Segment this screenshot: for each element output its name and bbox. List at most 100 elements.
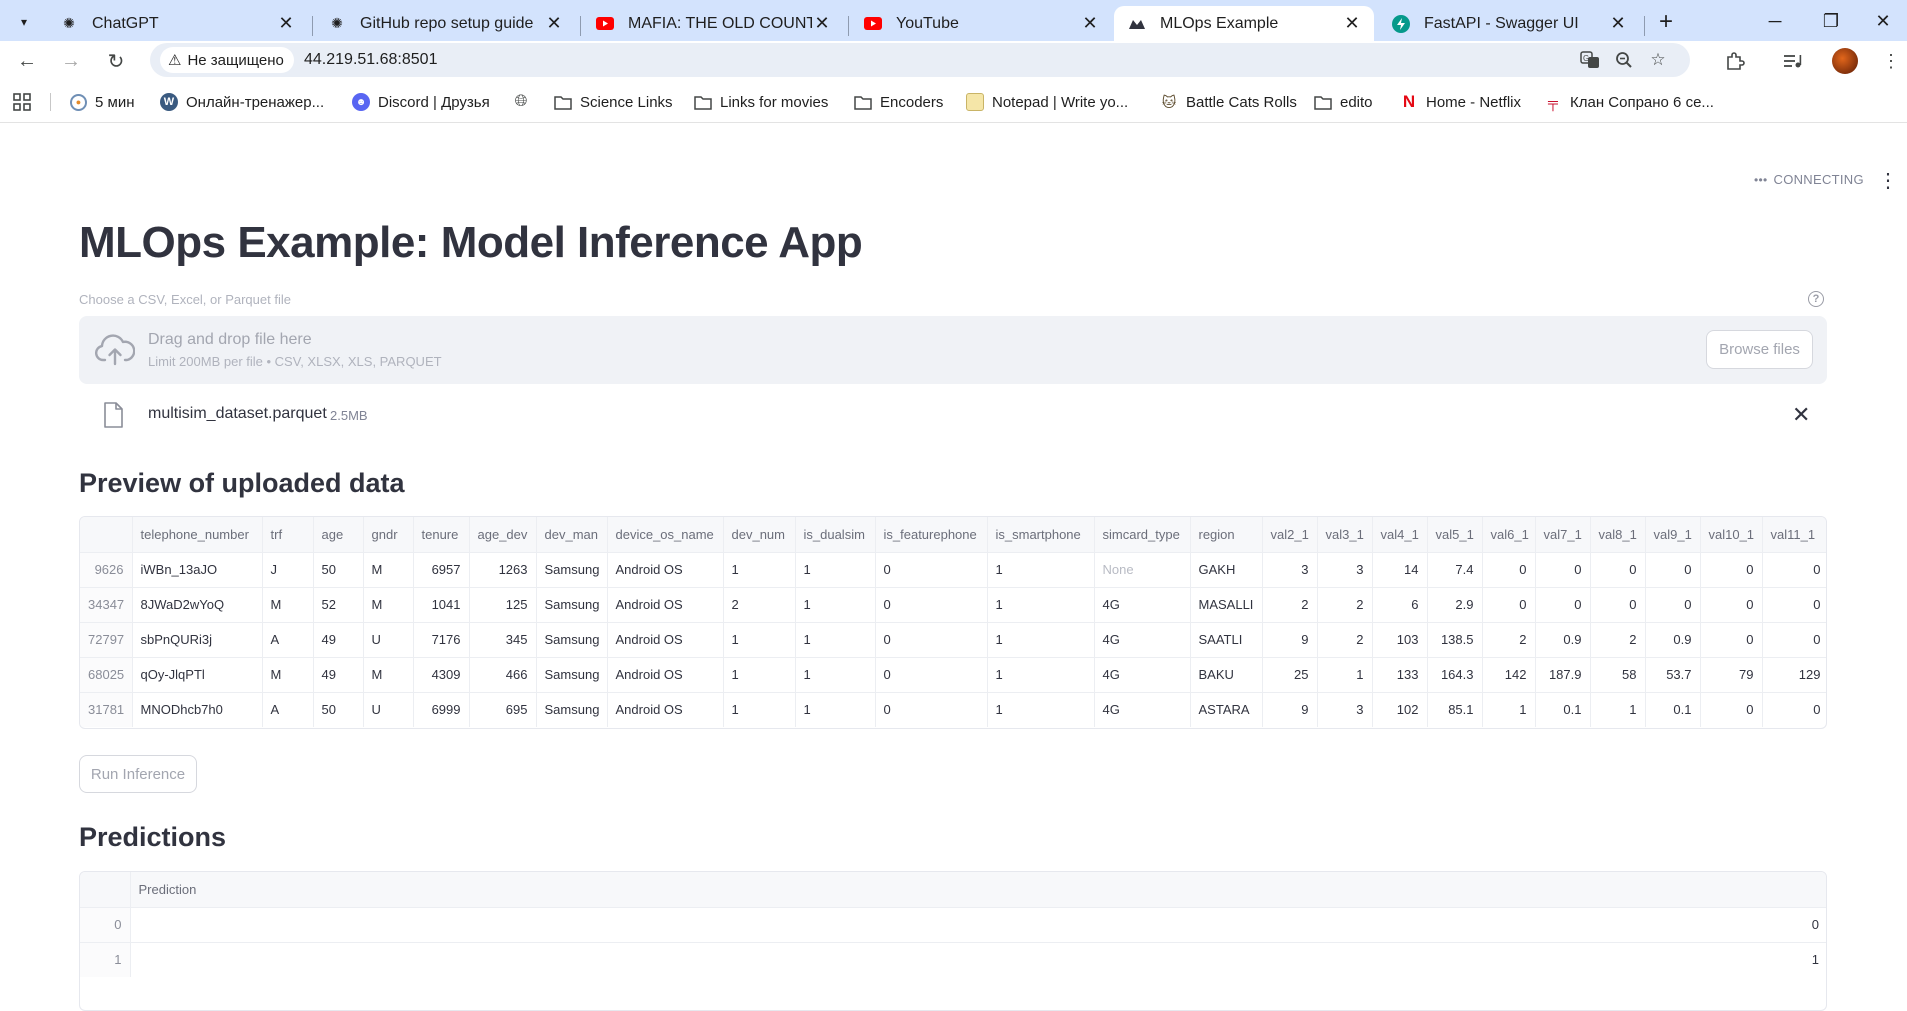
close-tab-icon[interactable]: ✕ [544, 13, 564, 34]
tab-mlops-example[interactable]: MLOps Example ✕ [1114, 6, 1374, 41]
table-cell[interactable]: 138.5 [1427, 622, 1483, 658]
table-cell[interactable]: 14 [1372, 552, 1428, 588]
column-header[interactable]: device_os_name [607, 517, 724, 553]
back-arrow-icon[interactable]: ← [12, 46, 42, 76]
index-header[interactable] [80, 872, 131, 908]
table-cell[interactable]: 1 [795, 692, 876, 727]
table-cell[interactable]: 3 [1262, 552, 1318, 588]
table-cell[interactable]: Android OS [607, 587, 724, 623]
table-cell[interactable]: M [363, 587, 414, 623]
table-cell[interactable]: M [363, 552, 414, 588]
address-bar[interactable]: ⚠ Не защищено 44.219.51.68:8501 G ☆ [150, 43, 1690, 77]
predictions-dataframe[interactable]: Prediction 0011 [79, 871, 1827, 1011]
table-cell[interactable]: Samsung [536, 587, 608, 623]
table-cell[interactable]: 50 [313, 692, 364, 727]
close-tab-icon[interactable]: ✕ [1608, 13, 1628, 34]
table-cell[interactable]: 133 [1372, 657, 1428, 693]
column-header[interactable]: is_featurephone [875, 517, 988, 553]
table-cell[interactable]: 1 [1482, 692, 1536, 727]
table-cell[interactable]: 0 [1645, 587, 1701, 623]
table-cell[interactable]: 0 [1535, 552, 1591, 588]
profile-avatar[interactable] [1832, 48, 1858, 74]
column-header[interactable]: dev_num [723, 517, 796, 553]
column-header[interactable]: val3_1 [1317, 517, 1373, 553]
table-cell[interactable]: 164.3 [1427, 657, 1483, 693]
table-cell[interactable]: Android OS [607, 657, 724, 693]
table-cell[interactable]: 4G [1094, 622, 1191, 658]
table-cell[interactable]: 0.9 [1645, 622, 1701, 658]
table-cell[interactable]: Samsung [536, 692, 608, 727]
column-header[interactable]: tenure [413, 517, 470, 553]
table-cell[interactable]: 0 [1762, 692, 1826, 727]
table-cell[interactable]: 0 [1700, 622, 1763, 658]
bookmark-netflix[interactable]: N Home - Netflix [1400, 91, 1521, 113]
prediction-cell[interactable]: 1 [130, 942, 1826, 977]
minimize-icon[interactable]: ─ [1752, 6, 1798, 36]
table-cell[interactable]: 1 [723, 622, 796, 658]
bookmark-encoders[interactable]: Encoders [854, 91, 943, 113]
table-cell[interactable]: 0 [1700, 552, 1763, 588]
table-cell[interactable]: Android OS [607, 692, 724, 727]
table-cell[interactable]: Samsung [536, 622, 608, 658]
table-cell[interactable]: 2 [1317, 622, 1373, 658]
table-cell[interactable]: 2 [1590, 622, 1646, 658]
extensions-puzzle-icon[interactable] [1720, 46, 1750, 76]
table-cell[interactable]: M [363, 657, 414, 693]
forward-arrow-icon[interactable]: → [56, 46, 86, 76]
table-cell[interactable]: 25 [1262, 657, 1318, 693]
table-cell[interactable]: 1 [795, 622, 876, 658]
table-cell[interactable]: 0 [1590, 587, 1646, 623]
column-header[interactable]: val7_1 [1535, 517, 1591, 553]
table-cell[interactable]: 0 [875, 622, 988, 658]
apps-grid-icon[interactable] [12, 91, 32, 113]
table-cell[interactable]: 53.7 [1645, 657, 1701, 693]
restore-icon[interactable]: ❐ [1808, 6, 1854, 36]
table-cell[interactable]: 0 [1535, 587, 1591, 623]
table-cell[interactable]: ASTARA [1190, 692, 1263, 727]
media-controls-icon[interactable] [1778, 46, 1808, 76]
table-cell[interactable]: M [262, 587, 314, 623]
table-cell[interactable]: 1 [723, 657, 796, 693]
column-header[interactable]: telephone_number [132, 517, 263, 553]
table-cell[interactable]: qOy-JlqPTl [132, 657, 263, 693]
table-cell[interactable]: 1 [795, 552, 876, 588]
table-cell[interactable]: 9 [1262, 692, 1318, 727]
table-cell[interactable]: 7.4 [1427, 552, 1483, 588]
table-cell[interactable]: 1 [987, 552, 1095, 588]
table-cell[interactable]: 8JWaD2wYoQ [132, 587, 263, 623]
table-cell[interactable]: 1 [723, 692, 796, 727]
column-header[interactable]: age_dev [469, 517, 537, 553]
window-close-icon[interactable]: ✕ [1860, 6, 1906, 36]
bookmark-globe[interactable]: 🌐︎ [512, 91, 538, 113]
table-cell[interactable]: 50 [313, 552, 364, 588]
close-tab-icon[interactable]: ✕ [1342, 13, 1362, 34]
tab-search-chevron-icon[interactable]: ▾ [10, 8, 38, 36]
row-index-cell[interactable]: 72797 [80, 622, 133, 658]
close-tab-icon[interactable]: ✕ [276, 13, 296, 34]
table-cell[interactable]: 0.1 [1645, 692, 1701, 727]
table-cell[interactable]: 3 [1317, 552, 1373, 588]
column-header[interactable]: gndr [363, 517, 414, 553]
table-cell[interactable]: MASALLI [1190, 587, 1263, 623]
table-cell[interactable]: 0 [1700, 692, 1763, 727]
table-cell[interactable]: BAKU [1190, 657, 1263, 693]
tab-mafia[interactable]: MAFIA: THE OLD COUNTRY ✕ [582, 6, 844, 41]
run-inference-button[interactable]: Run Inference [79, 755, 197, 793]
table-cell[interactable]: Samsung [536, 657, 608, 693]
table-cell[interactable]: A [262, 622, 314, 658]
table-cell[interactable]: M [262, 657, 314, 693]
table-cell[interactable]: U [363, 692, 414, 727]
table-cell[interactable]: J [262, 552, 314, 588]
table-cell[interactable]: 0 [1645, 552, 1701, 588]
table-cell[interactable]: 0 [1482, 587, 1536, 623]
table-cell[interactable]: 1 [987, 587, 1095, 623]
table-cell[interactable]: Samsung [536, 552, 608, 588]
table-cell[interactable]: 1 [987, 692, 1095, 727]
preview-dataframe[interactable]: telephone_number trf age gndr tenure age_dev d… [79, 516, 1827, 729]
row-index-cell[interactable]: 1 [80, 942, 131, 977]
column-header[interactable]: val4_1 [1372, 517, 1428, 553]
column-header[interactable]: val8_1 [1590, 517, 1646, 553]
column-header[interactable]: Prediction [130, 872, 1826, 908]
table-cell[interactable]: 0 [875, 657, 988, 693]
close-tab-icon[interactable]: ✕ [812, 13, 832, 34]
